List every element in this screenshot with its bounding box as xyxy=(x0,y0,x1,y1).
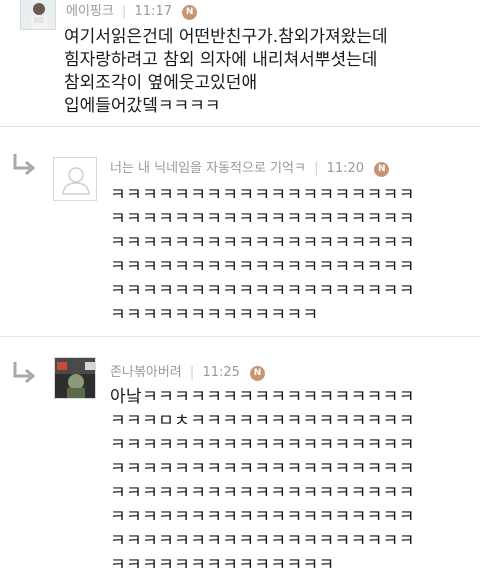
comment-meta: 존나볶아버려 | 11:25 N xyxy=(110,361,266,381)
comment-line: ㅋㅋㅋㅁㅊㅋㅋㅋㅋㅋㅋㅋㅋㅋㅋㅋㅋㅋㅋ xyxy=(110,411,415,431)
comment-line: ㅋㅋㅋㅋㅋㅋㅋㅋㅋㅋㅋㅋㅋ xyxy=(110,305,319,325)
comment-text: 아낰ㅋㅋㅋㅋㅋㅋㅋㅋㅋㅋㅋㅋㅋㅋㅋㅋㅋ ㅋㅋㅋㅁㅊㅋㅋㅋㅋㅋㅋㅋㅋㅋㅋㅋㅋㅋㅋ … xyxy=(110,385,415,577)
meta-separator: | xyxy=(189,365,195,380)
username[interactable]: 너는 내 닉네임을 자동적으로 기억ㅋ xyxy=(110,161,306,176)
comment-line: ㅋㅋㅋㅋㅋㅋㅋㅋㅋㅋㅋㅋㅋㅋㅋㅋㅋㅋㅋ xyxy=(110,233,415,253)
comment-line: 참외조각이 옆에웃고있던애 xyxy=(64,73,258,93)
comment-line: ㅋㅋㅋㅋㅋㅋㅋㅋㅋㅋㅋㅋㅋㅋㅋㅋㅋㅋㅋ xyxy=(110,281,415,301)
comment-line: ㅋㅋㅋㅋㅋㅋㅋㅋㅋㅋㅋㅋㅋㅋㅋㅋㅋㅋㅋ xyxy=(110,483,415,503)
comment-meta: 에이핑크 | 11:17 N xyxy=(66,0,198,20)
comment-line: ㅋㅋㅋㅋㅋㅋㅋㅋㅋㅋㅋㅋㅋㅋㅋㅋㅋㅋㅋ xyxy=(110,435,415,455)
meta-separator: | xyxy=(314,161,319,176)
user-avatar[interactable] xyxy=(53,157,97,201)
new-badge: N xyxy=(182,5,198,20)
comment-1: 에이핑크 | 11:17 N 여기서읽은건데 어떤반친구가.참외가져왔는데 힘자… xyxy=(0,0,480,126)
meta-separator: | xyxy=(121,4,127,19)
comment-line: ㅋㅋㅋㅋㅋㅋㅋㅋㅋㅋㅋㅋㅋㅋㅋㅋㅋㅋㅋ xyxy=(110,459,415,479)
comment-line: ㅋㅋㅋㅋㅋㅋㅋㅋㅋㅋㅋㅋㅋㅋ xyxy=(110,555,335,575)
new-badge: N xyxy=(374,162,390,177)
comment-text: ㅋㅋㅋㅋㅋㅋㅋㅋㅋㅋㅋㅋㅋㅋㅋㅋㅋㅋㅋ ㅋㅋㅋㅋㅋㅋㅋㅋㅋㅋㅋㅋㅋㅋㅋㅋㅋㅋㅋ … xyxy=(110,183,415,327)
user-silhouette-icon xyxy=(54,158,96,200)
comment-line: 힘자랑하려고 참외 의자에 내리쳐서뿌셧는데 xyxy=(64,50,378,70)
comment-meta: 너는 내 닉네임을 자동적으로 기억ㅋ | 11:20 N xyxy=(110,157,390,177)
username[interactable]: 에이핑크 xyxy=(66,4,114,19)
timestamp: 11:20 xyxy=(326,161,365,176)
comment-line: 아낰ㅋㅋㅋㅋㅋㅋㅋㅋㅋㅋㅋㅋㅋㅋㅋㅋㅋ xyxy=(110,387,415,407)
timestamp: 11:25 xyxy=(202,365,240,380)
reply-1: 너는 내 닉네임을 자동적으로 기억ㅋ | 11:20 N ㅋㅋㅋㅋㅋㅋㅋㅋㅋㅋ… xyxy=(0,127,480,336)
reply-arrow-icon xyxy=(10,151,38,184)
new-badge: N xyxy=(250,366,266,381)
comment-line: ㅋㅋㅋㅋㅋㅋㅋㅋㅋㅋㅋㅋㅋㅋㅋㅋㅋㅋㅋ xyxy=(110,209,415,229)
avatar-photo-icon xyxy=(55,358,95,398)
comment-line: ㅋㅋㅋㅋㅋㅋㅋㅋㅋㅋㅋㅋㅋㅋㅋㅋㅋㅋㅋ xyxy=(110,185,415,205)
comment-line: 입에들어갔뎈ㅋㅋㅋㅋ xyxy=(64,96,221,116)
avatar-photo-icon xyxy=(21,0,55,29)
comment-line: 여기서읽은건데 어떤반친구가.참외가져왔는데 xyxy=(64,27,388,47)
comment-text: 여기서읽은건데 어떤반친구가.참외가져왔는데 힘자랑하려고 참외 의자에 내리쳐… xyxy=(64,26,388,118)
reply-2: 존나볶아버려 | 11:25 N 아낰ㅋㅋㅋㅋㅋㅋㅋㅋㅋㅋㅋㅋㅋㅋㅋㅋㅋ ㅋㅋㅋ… xyxy=(0,337,480,577)
user-avatar[interactable] xyxy=(20,0,56,30)
username[interactable]: 존나볶아버려 xyxy=(110,365,182,380)
reply-arrow-icon xyxy=(10,359,38,392)
comment-line: ㅋㅋㅋㅋㅋㅋㅋㅋㅋㅋㅋㅋㅋㅋㅋㅋㅋㅋㅋ xyxy=(110,507,415,527)
comment-line: ㅋㅋㅋㅋㅋㅋㅋㅋㅋㅋㅋㅋㅋㅋㅋㅋㅋㅋㅋ xyxy=(110,531,415,551)
user-avatar[interactable] xyxy=(54,357,96,399)
comment-line: ㅋㅋㅋㅋㅋㅋㅋㅋㅋㅋㅋㅋㅋㅋㅋㅋㅋㅋㅋ xyxy=(110,257,415,277)
timestamp: 11:17 xyxy=(134,4,172,19)
